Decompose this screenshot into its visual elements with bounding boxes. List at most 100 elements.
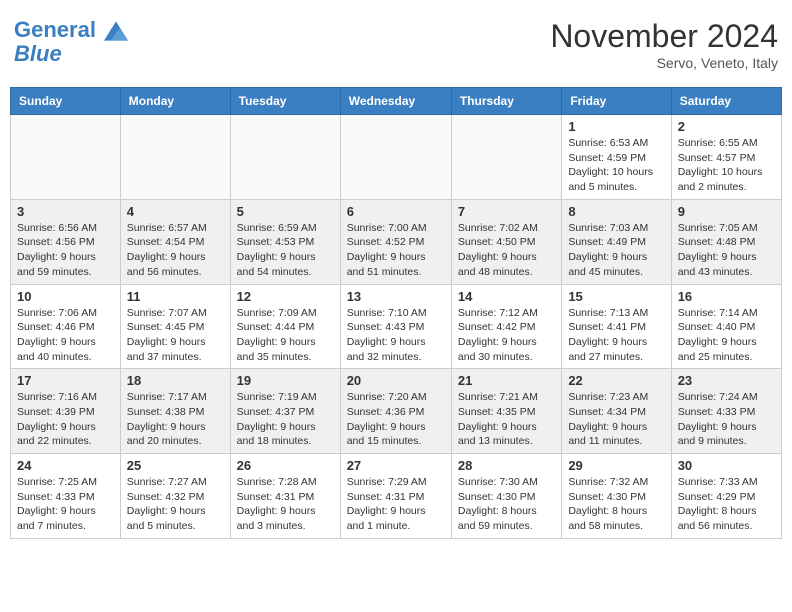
logo-text2: Blue: [14, 42, 128, 66]
day-number: 23: [678, 373, 775, 388]
calendar-cell: 24 Sunrise: 7:25 AMSunset: 4:33 PMDayligh…: [11, 454, 121, 539]
calendar-table: SundayMondayTuesdayWednesdayThursdayFrid…: [10, 87, 782, 539]
day-number: 29: [568, 458, 664, 473]
calendar-cell: 6 Sunrise: 7:00 AMSunset: 4:52 PMDaylight…: [340, 199, 451, 284]
calendar-week-row: 1 Sunrise: 6:53 AMSunset: 4:59 PMDaylight…: [11, 115, 782, 200]
weekday-header-thursday: Thursday: [451, 88, 561, 115]
day-info: Sunrise: 6:59 AMSunset: 4:53 PMDaylight:…: [237, 222, 317, 278]
day-info: Sunrise: 6:57 AMSunset: 4:54 PMDaylight:…: [127, 222, 207, 278]
day-info: Sunrise: 7:00 AMSunset: 4:52 PMDaylight:…: [347, 222, 427, 278]
day-number: 11: [127, 289, 224, 304]
logo-text: General: [14, 18, 128, 42]
calendar-cell: 1 Sunrise: 6:53 AMSunset: 4:59 PMDaylight…: [562, 115, 671, 200]
day-number: 16: [678, 289, 775, 304]
day-number: 20: [347, 373, 445, 388]
day-info: Sunrise: 7:10 AMSunset: 4:43 PMDaylight:…: [347, 307, 427, 363]
calendar-cell: 3 Sunrise: 6:56 AMSunset: 4:56 PMDaylight…: [11, 199, 121, 284]
day-number: 28: [458, 458, 555, 473]
calendar-cell: 21 Sunrise: 7:21 AMSunset: 4:35 PMDayligh…: [451, 369, 561, 454]
day-info: Sunrise: 7:24 AMSunset: 4:33 PMDaylight:…: [678, 391, 758, 447]
calendar-week-row: 17Sunrise: 7:16 AMSunset: 4:39 PMDayligh…: [11, 369, 782, 454]
day-info: Sunrise: 7:14 AMSunset: 4:40 PMDaylight:…: [678, 307, 758, 363]
day-number: 17: [17, 373, 114, 388]
calendar-cell: [340, 115, 451, 200]
calendar-cell: 12Sunrise: 7:09 AMSunset: 4:44 PMDayligh…: [230, 284, 340, 369]
day-info: Sunrise: 7:13 AMSunset: 4:41 PMDaylight:…: [568, 307, 648, 363]
calendar-week-row: 10Sunrise: 7:06 AMSunset: 4:46 PMDayligh…: [11, 284, 782, 369]
calendar-header-row: SundayMondayTuesdayWednesdayThursdayFrid…: [11, 88, 782, 115]
day-number: 19: [237, 373, 334, 388]
calendar-cell: 29 Sunrise: 7:32 AMSunset: 4:30 PMDayligh…: [562, 454, 671, 539]
calendar-cell: 13 Sunrise: 7:10 AMSunset: 4:43 PMDayligh…: [340, 284, 451, 369]
day-number: 25: [127, 458, 224, 473]
calendar-cell: 19 Sunrise: 7:19 AMSunset: 4:37 PMDayligh…: [230, 369, 340, 454]
day-number: 22: [568, 373, 664, 388]
day-info: Sunrise: 7:25 AMSunset: 4:33 PMDaylight:…: [17, 476, 97, 532]
day-number: 18: [127, 373, 224, 388]
day-info: Sunrise: 7:20 AMSunset: 4:36 PMDaylight:…: [347, 391, 427, 447]
day-number: 24: [17, 458, 114, 473]
day-number: 6: [347, 204, 445, 219]
weekday-header-tuesday: Tuesday: [230, 88, 340, 115]
calendar-cell: 28 Sunrise: 7:30 AMSunset: 4:30 PMDayligh…: [451, 454, 561, 539]
day-number: 7: [458, 204, 555, 219]
day-info: Sunrise: 6:55 AMSunset: 4:57 PMDaylight:…: [678, 137, 763, 193]
day-number: 30: [678, 458, 775, 473]
calendar-cell: 5 Sunrise: 6:59 AMSunset: 4:53 PMDaylight…: [230, 199, 340, 284]
day-info: Sunrise: 7:02 AMSunset: 4:50 PMDaylight:…: [458, 222, 538, 278]
calendar-cell: 23 Sunrise: 7:24 AMSunset: 4:33 PMDayligh…: [671, 369, 781, 454]
day-info: Sunrise: 7:21 AMSunset: 4:35 PMDaylight:…: [458, 391, 538, 447]
weekday-header-sunday: Sunday: [11, 88, 121, 115]
calendar-cell: [11, 115, 121, 200]
day-info: Sunrise: 6:56 AMSunset: 4:56 PMDaylight:…: [17, 222, 97, 278]
calendar-cell: 25 Sunrise: 7:27 AMSunset: 4:32 PMDayligh…: [120, 454, 230, 539]
day-info: Sunrise: 7:07 AMSunset: 4:45 PMDaylight:…: [127, 307, 207, 363]
day-info: Sunrise: 7:03 AMSunset: 4:49 PMDaylight:…: [568, 222, 648, 278]
day-info: Sunrise: 7:27 AMSunset: 4:32 PMDaylight:…: [127, 476, 207, 532]
calendar-cell: 7 Sunrise: 7:02 AMSunset: 4:50 PMDaylight…: [451, 199, 561, 284]
day-info: Sunrise: 7:23 AMSunset: 4:34 PMDaylight:…: [568, 391, 648, 447]
calendar-cell: 17Sunrise: 7:16 AMSunset: 4:39 PMDayligh…: [11, 369, 121, 454]
day-number: 14: [458, 289, 555, 304]
day-number: 10: [17, 289, 114, 304]
calendar-cell: [120, 115, 230, 200]
day-info: Sunrise: 7:09 AMSunset: 4:44 PMDaylight:…: [237, 307, 317, 363]
day-number: 2: [678, 119, 775, 134]
title-block: November 2024 Servo, Veneto, Italy: [550, 18, 778, 71]
day-info: Sunrise: 7:32 AMSunset: 4:30 PMDaylight:…: [568, 476, 648, 532]
calendar-cell: 2 Sunrise: 6:55 AMSunset: 4:57 PMDaylight…: [671, 115, 781, 200]
calendar-cell: [451, 115, 561, 200]
day-number: 21: [458, 373, 555, 388]
calendar-cell: 27 Sunrise: 7:29 AMSunset: 4:31 PMDayligh…: [340, 454, 451, 539]
month-title: November 2024: [550, 18, 778, 55]
weekday-header-wednesday: Wednesday: [340, 88, 451, 115]
day-number: 4: [127, 204, 224, 219]
calendar-cell: 22 Sunrise: 7:23 AMSunset: 4:34 PMDayligh…: [562, 369, 671, 454]
day-info: Sunrise: 7:19 AMSunset: 4:37 PMDaylight:…: [237, 391, 317, 447]
calendar-cell: 18Sunrise: 7:17 AMSunset: 4:38 PMDayligh…: [120, 369, 230, 454]
day-info: Sunrise: 7:05 AMSunset: 4:48 PMDaylight:…: [678, 222, 758, 278]
calendar-cell: 8 Sunrise: 7:03 AMSunset: 4:49 PMDaylight…: [562, 199, 671, 284]
day-number: 1: [568, 119, 664, 134]
calendar-cell: 26Sunrise: 7:28 AMSunset: 4:31 PMDayligh…: [230, 454, 340, 539]
calendar-cell: 4 Sunrise: 6:57 AMSunset: 4:54 PMDaylight…: [120, 199, 230, 284]
day-number: 5: [237, 204, 334, 219]
day-info: Sunrise: 7:29 AMSunset: 4:31 PMDaylight:…: [347, 476, 427, 532]
page-header: General Blue November 2024 Servo, Veneto…: [10, 10, 782, 79]
day-info: Sunrise: 7:30 AMSunset: 4:30 PMDaylight:…: [458, 476, 538, 532]
weekday-header-saturday: Saturday: [671, 88, 781, 115]
calendar-cell: 9 Sunrise: 7:05 AMSunset: 4:48 PMDaylight…: [671, 199, 781, 284]
day-info: Sunrise: 6:53 AMSunset: 4:59 PMDaylight:…: [568, 137, 653, 193]
weekday-header-monday: Monday: [120, 88, 230, 115]
calendar-cell: 15 Sunrise: 7:13 AMSunset: 4:41 PMDayligh…: [562, 284, 671, 369]
day-number: 27: [347, 458, 445, 473]
day-number: 3: [17, 204, 114, 219]
day-number: 8: [568, 204, 664, 219]
day-number: 13: [347, 289, 445, 304]
day-number: 9: [678, 204, 775, 219]
calendar-week-row: 24 Sunrise: 7:25 AMSunset: 4:33 PMDayligh…: [11, 454, 782, 539]
calendar-cell: 30Sunrise: 7:33 AMSunset: 4:29 PMDayligh…: [671, 454, 781, 539]
calendar-cell: [230, 115, 340, 200]
location: Servo, Veneto, Italy: [550, 55, 778, 71]
day-number: 15: [568, 289, 664, 304]
